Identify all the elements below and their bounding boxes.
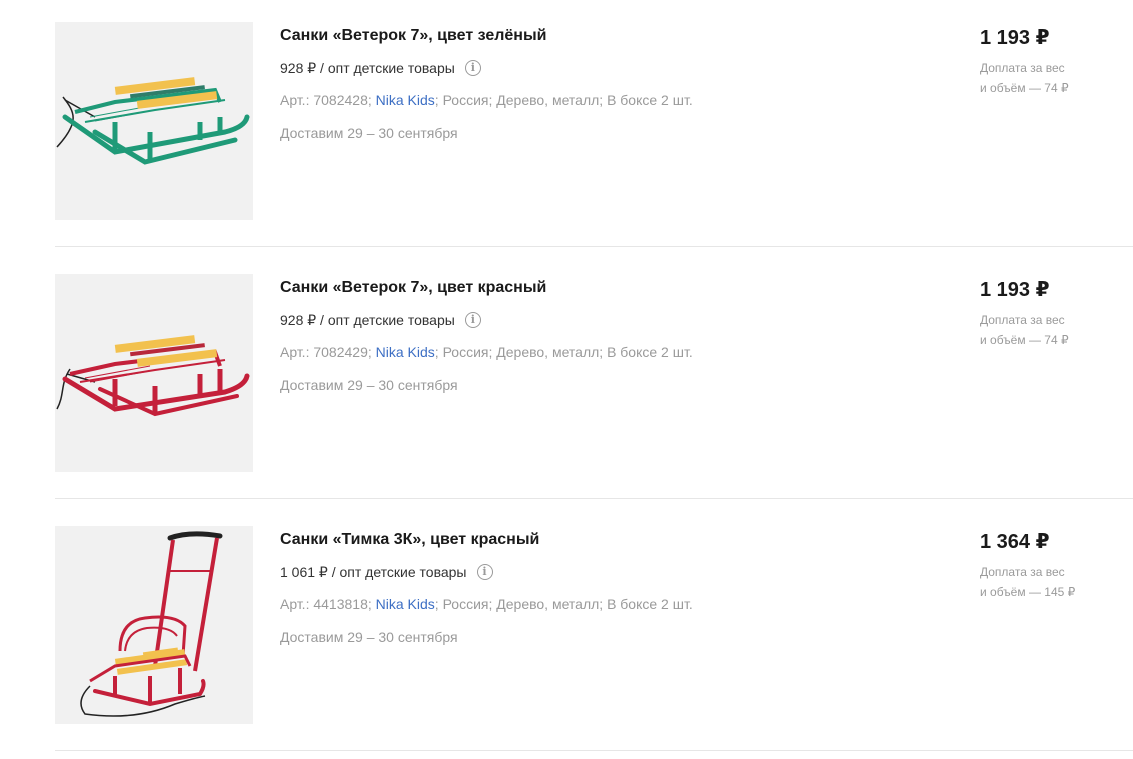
product-item: Санки «Ветерок 7», цвет красный 928 ₽ / …: [55, 252, 1133, 504]
product-info: Санки «Тимка 3К», цвет красный 1 061 ₽ /…: [280, 528, 920, 647]
product-price: 1 364 ₽: [980, 531, 1050, 553]
wholesale-price: 928 ₽ / опт детские товары i: [280, 310, 920, 330]
product-info: Санки «Ветерок 7», цвет зелёный 928 ₽ / …: [280, 24, 920, 143]
surcharge-line-1: Доплата за вес: [980, 313, 1065, 327]
article-number: Арт.: 4413818;: [280, 596, 372, 612]
red-sled-image: [56, 335, 250, 417]
material: Дерево, металл;: [496, 344, 604, 360]
product-image[interactable]: [55, 526, 253, 724]
product-info: Санки «Ветерок 7», цвет красный 928 ₽ / …: [280, 276, 920, 395]
delivery-date: Доставим 29 – 30 сентября: [280, 125, 458, 141]
product-list: Санки «Ветерок 7», цвет зелёный 928 ₽ / …: [55, 0, 1133, 756]
surcharge-line-1: Доплата за вес: [980, 61, 1065, 75]
product-item: Санки «Тимка 3К», цвет красный 1 061 ₽ /…: [55, 504, 1133, 756]
surcharge-line-1: Доплата за вес: [980, 565, 1065, 579]
product-meta: Арт.: 7082428; Nika Kids; Россия; Дерево…: [280, 92, 693, 108]
article-number: Арт.: 7082429;: [280, 344, 372, 360]
box-quantity: В боксе 2 шт.: [607, 92, 693, 108]
article-number: Арт.: 7082428;: [280, 92, 372, 108]
divider: [55, 750, 1133, 751]
product-price: 1 193 ₽: [980, 27, 1050, 49]
info-icon[interactable]: i: [464, 312, 481, 328]
box-quantity: В боксе 2 шт.: [607, 344, 693, 360]
info-icon[interactable]: i: [464, 60, 481, 76]
wholesale-price-text: 928 ₽ / опт детские товары: [280, 60, 455, 76]
country: Россия;: [442, 344, 493, 360]
wholesale-price: 928 ₽ / опт детские товары i: [280, 58, 920, 78]
brand-link[interactable]: Nika Kids: [376, 92, 435, 108]
wholesale-price: 1 061 ₽ / опт детские товары i: [280, 562, 920, 582]
material: Дерево, металл;: [496, 92, 604, 108]
country: Россия;: [442, 92, 493, 108]
surcharge-note: Доплата за вес и объём — 74 ₽: [980, 58, 1130, 98]
delivery-date: Доставим 29 – 30 сентября: [280, 629, 458, 645]
box-quantity: В боксе 2 шт.: [607, 596, 693, 612]
product-title[interactable]: Санки «Ветерок 7», цвет зелёный: [280, 24, 920, 48]
brand-link[interactable]: Nika Kids: [376, 596, 435, 612]
brand-link[interactable]: Nika Kids: [376, 344, 435, 360]
product-title[interactable]: Санки «Тимка 3К», цвет красный: [280, 528, 920, 552]
divider: [55, 498, 1133, 499]
surcharge-line-2: и объём — 74 ₽: [980, 333, 1069, 347]
material: Дерево, металл;: [496, 596, 604, 612]
red-sled-with-handle-image: [80, 531, 223, 717]
product-image[interactable]: [55, 274, 253, 472]
product-meta: Арт.: 7082429; Nika Kids; Россия; Дерево…: [280, 344, 693, 360]
surcharge-note: Доплата за вес и объём — 145 ₽: [980, 562, 1130, 602]
product-image[interactable]: [55, 22, 253, 220]
wholesale-price-text: 928 ₽ / опт детские товары: [280, 312, 455, 328]
product-item: Санки «Ветерок 7», цвет зелёный 928 ₽ / …: [55, 0, 1133, 252]
price-block: 1 193 ₽ Доплата за вес и объём — 74 ₽: [980, 276, 1130, 350]
delivery-date: Доставим 29 – 30 сентября: [280, 377, 458, 393]
product-title[interactable]: Санки «Ветерок 7», цвет красный: [280, 276, 920, 300]
surcharge-note: Доплата за вес и объём — 74 ₽: [980, 310, 1130, 350]
country: Россия;: [442, 596, 493, 612]
surcharge-line-2: и объём — 145 ₽: [980, 585, 1076, 599]
wholesale-price-text: 1 061 ₽ / опт детские товары: [280, 564, 467, 580]
price-block: 1 364 ₽ Доплата за вес и объём — 145 ₽: [980, 528, 1130, 602]
divider: [55, 246, 1133, 247]
info-icon[interactable]: i: [476, 564, 493, 580]
surcharge-line-2: и объём — 74 ₽: [980, 81, 1069, 95]
product-meta: Арт.: 4413818; Nika Kids; Россия; Дерево…: [280, 596, 693, 612]
product-price: 1 193 ₽: [980, 279, 1050, 301]
green-sled-image: [56, 77, 250, 165]
price-block: 1 193 ₽ Доплата за вес и объём — 74 ₽: [980, 24, 1130, 98]
